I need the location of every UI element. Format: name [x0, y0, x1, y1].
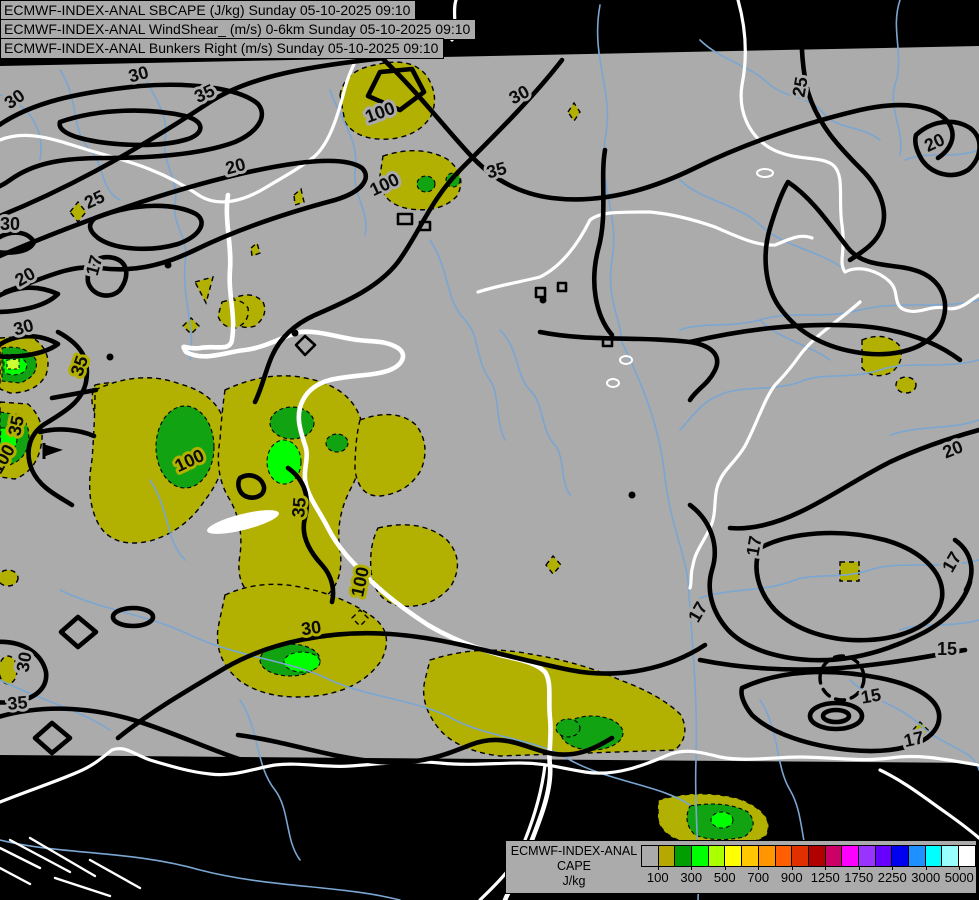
legend-color-cell	[908, 846, 925, 866]
contour-label: 25	[789, 75, 812, 98]
legend-title-line2: CAPE	[510, 859, 638, 874]
legend-tick-label: 1750	[844, 870, 873, 885]
legend-color-cell	[875, 846, 892, 866]
legend-color-cell	[791, 846, 808, 866]
legend-color-cell	[891, 846, 908, 866]
legend-color-cell	[691, 846, 708, 866]
legend-title-line3: J/kg	[510, 874, 638, 889]
legend-tick-label: 500	[714, 870, 736, 885]
weather-map-page: 3030352025301720100100303525203035351001…	[0, 0, 979, 900]
legend-color-cell	[658, 846, 675, 866]
legend-color-cell	[642, 846, 658, 866]
legend-tick-label: 2250	[878, 870, 907, 885]
contour-label: 35	[288, 497, 310, 519]
legend-tick-label: 5000	[945, 870, 974, 885]
legend-color-cell	[674, 846, 691, 866]
legend-colorbar	[641, 845, 976, 867]
legend-color-cell	[841, 846, 858, 866]
legend-tick-label: 3000	[911, 870, 940, 885]
legend-color-cell	[858, 846, 875, 866]
legend-color-cell	[808, 846, 825, 866]
header-line-windshear: ECMWF-INDEX-ANAL WindShear_ (m/s) 0-6km …	[0, 19, 476, 40]
legend-tick-label: 700	[747, 870, 769, 885]
legend-color-cell	[724, 846, 741, 866]
legend-color-cell	[775, 846, 792, 866]
legend-tick-label: 100	[647, 870, 669, 885]
legend-color-cell	[825, 846, 842, 866]
contour-label: 15	[937, 639, 957, 659]
legend-color-cell	[708, 846, 725, 866]
contour-label: 30	[300, 617, 323, 640]
legend-tick-label: 1250	[811, 870, 840, 885]
contour-label: 30	[13, 650, 36, 673]
contour-label: 30	[0, 214, 20, 234]
weather-map: 3030352025301720100100303525203035351001…	[0, 0, 979, 900]
contour-label: 35	[4, 414, 28, 438]
legend-color-cell	[758, 846, 775, 866]
legend-color-cell	[925, 846, 942, 866]
header-line-sbcape: ECMWF-INDEX-ANAL SBCAPE (J/kg) Sunday 05…	[0, 0, 416, 21]
header-line-bunkers: ECMWF-INDEX-ANAL Bunkers Right (m/s) Sun…	[0, 38, 444, 59]
legend-title-line1: ECMWF-INDEX-ANAL	[510, 844, 638, 859]
contour-label: 15	[859, 685, 882, 708]
contour-label: 17	[743, 534, 766, 557]
legend-title: ECMWF-INDEX-ANAL CAPE J/kg	[510, 844, 638, 889]
legend-tick-label: 300	[680, 870, 702, 885]
legend-tick-label: 900	[781, 870, 803, 885]
legend-color-cell	[941, 846, 958, 866]
legend-color-cell	[958, 846, 975, 866]
contour-label: 17	[902, 727, 926, 751]
contour-label: 35	[7, 692, 29, 714]
cape-legend: ECMWF-INDEX-ANAL CAPE J/kg 100 300 500 700 9…	[505, 840, 977, 894]
legend-color-cell	[741, 846, 758, 866]
